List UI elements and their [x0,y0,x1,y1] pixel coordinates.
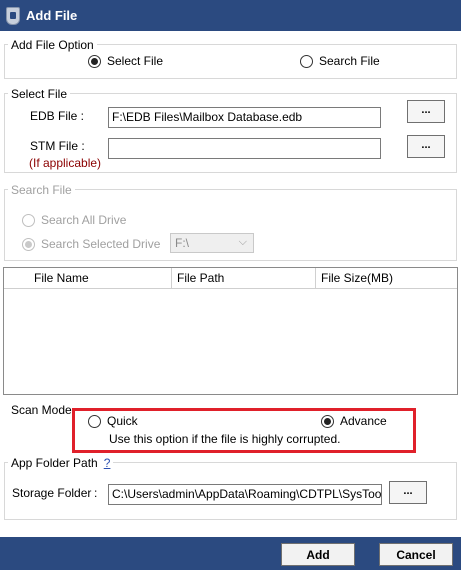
cancel-button[interactable]: Cancel [379,543,453,566]
column-header-file-path[interactable]: File Path [172,268,316,288]
add-button[interactable]: Add [281,543,355,566]
scan-mode-title: Scan Mode [11,403,72,417]
storage-browse-button[interactable]: ... [389,481,427,504]
app-folder-title: App Folder Path [11,456,98,470]
column-header-file-name[interactable]: File Name [4,268,172,288]
highlight-box [72,408,416,453]
select-file-title: Select File [8,87,71,101]
radio-select-file[interactable]: Select File [88,54,163,68]
chevron-down-icon: ⌵ [238,236,247,248]
radio-search-all-drive-label: Search All Drive [41,213,127,227]
radio-select-file-label: Select File [107,54,164,68]
storage-folder-field[interactable]: C:\Users\admin\AppData\Roaming\CDTPL\Sys… [108,484,382,505]
stm-browse-button[interactable]: ... [407,135,445,158]
radio-search-all-drive-indicator [22,213,35,227]
file-list-header: File Name File Path File Size(MB) [4,268,457,289]
storage-folder-colon: : [94,486,98,500]
window-title: Add File [26,8,78,23]
drive-select[interactable]: F:\ ⌵ [170,233,254,253]
title-bar: Add File [0,0,461,31]
radio-search-selected-drive[interactable]: Search Selected Drive [22,237,160,251]
stm-file-hint: (If applicable) [29,156,102,170]
radio-search-file-indicator [300,54,313,68]
radio-search-file[interactable]: Search File [300,54,380,68]
search-file-title: Search File [8,183,75,197]
edb-file-field[interactable]: F:\EDB Files\Mailbox Database.edb [108,107,381,128]
add-file-option-title: Add File Option [8,38,97,52]
help-link[interactable]: ? [104,456,111,470]
radio-search-all-drive[interactable]: Search All Drive [22,213,126,227]
radio-search-selected-drive-indicator [22,237,35,251]
drive-select-value: F:\ [175,236,189,250]
app-folder-title-wrap: App Folder Path? [8,456,114,470]
app-logo-icon [6,6,20,25]
edb-file-label: EDB File : [30,109,85,123]
edb-browse-button[interactable]: ... [407,100,445,123]
file-list-table[interactable]: File Name File Path File Size(MB) [3,267,458,395]
radio-search-selected-drive-label: Search Selected Drive [41,237,161,251]
radio-search-file-label: Search File [319,54,380,68]
storage-folder-label: Storage Folder [12,486,92,500]
radio-select-file-indicator [88,54,101,68]
stm-file-label: STM File : [30,139,85,153]
stm-file-field[interactable] [108,138,381,159]
column-header-file-size[interactable]: File Size(MB) [316,268,457,288]
